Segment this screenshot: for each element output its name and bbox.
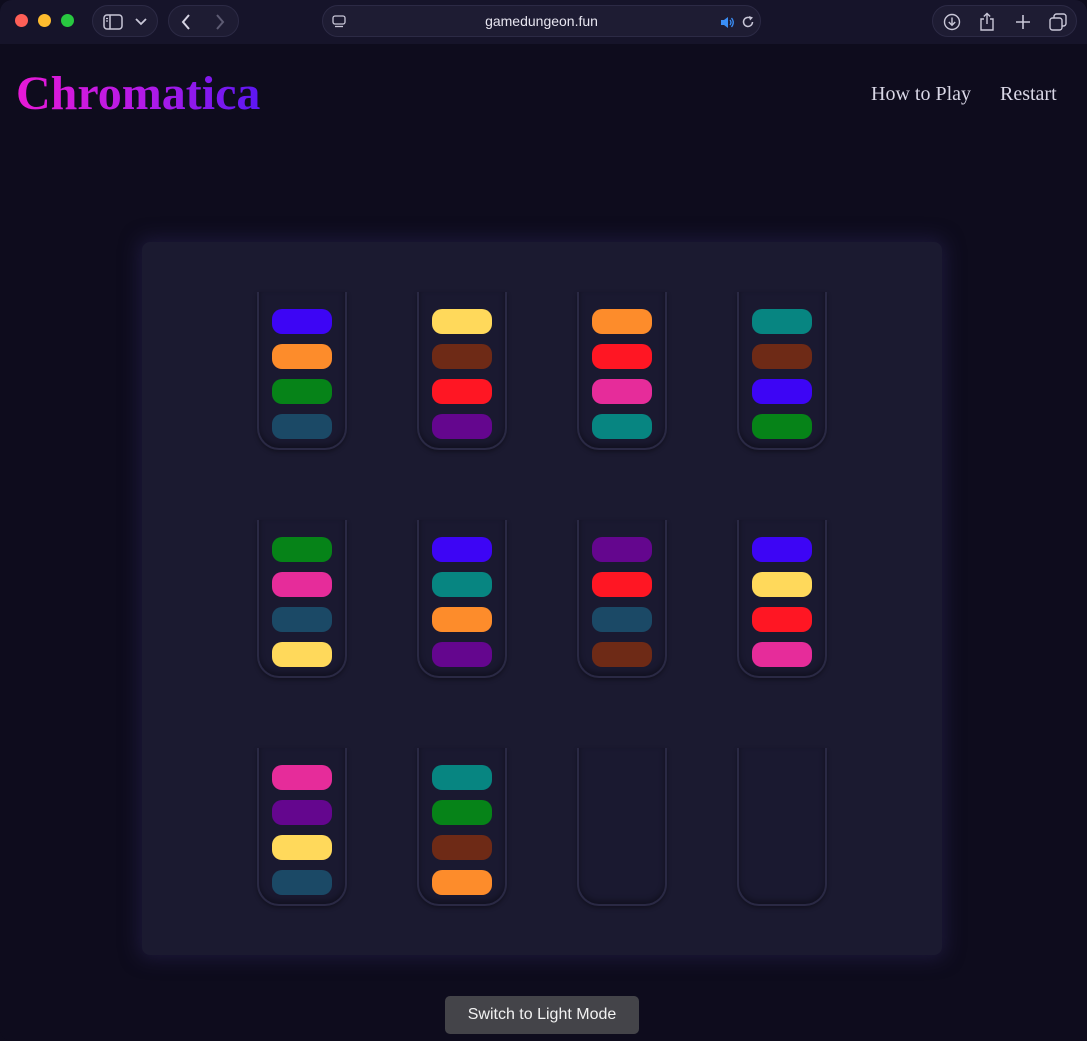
tube-12[interactable] xyxy=(737,748,827,906)
ball-red xyxy=(592,344,652,369)
ball-navy xyxy=(592,607,652,632)
tube-1[interactable] xyxy=(257,292,347,450)
tube-9[interactable] xyxy=(257,748,347,906)
toolbar-actions xyxy=(932,5,1077,37)
restart-link[interactable]: Restart xyxy=(1000,82,1057,106)
sidebar-icon[interactable] xyxy=(102,13,124,31)
reload-icon[interactable] xyxy=(740,14,756,30)
ball-brown xyxy=(592,642,652,667)
tube-11[interactable] xyxy=(577,748,667,906)
how-to-play-link[interactable]: How to Play xyxy=(871,82,971,106)
close-window-button[interactable] xyxy=(15,14,28,27)
tube-4[interactable] xyxy=(737,292,827,450)
ball-blue xyxy=(752,537,812,562)
ball-green xyxy=(752,414,812,439)
ball-brown xyxy=(432,344,492,369)
tube-7[interactable] xyxy=(577,520,667,678)
ball-blue xyxy=(432,537,492,562)
game-board xyxy=(142,242,942,955)
speaker-icon[interactable] xyxy=(719,14,735,30)
sidebar-toggle-group xyxy=(92,5,158,37)
tube-5[interactable] xyxy=(257,520,347,678)
tube-10[interactable] xyxy=(417,748,507,906)
share-icon[interactable] xyxy=(977,11,997,33)
ball-blue xyxy=(752,379,812,404)
ball-teal xyxy=(432,765,492,790)
forward-icon[interactable] xyxy=(211,13,229,31)
ball-pink xyxy=(752,642,812,667)
ball-orange xyxy=(432,607,492,632)
page-settings-icon[interactable] xyxy=(331,14,347,30)
ball-brown xyxy=(432,835,492,860)
chevron-down-icon[interactable] xyxy=(133,14,149,30)
ball-orange xyxy=(432,870,492,895)
ball-yellow xyxy=(272,835,332,860)
ball-teal xyxy=(592,414,652,439)
tab-overview-icon[interactable] xyxy=(1048,12,1068,32)
minimize-window-button[interactable] xyxy=(38,14,51,27)
ball-brown xyxy=(752,344,812,369)
ball-green xyxy=(272,537,332,562)
ball-teal xyxy=(752,309,812,334)
history-nav-group xyxy=(168,5,239,37)
ball-orange xyxy=(272,344,332,369)
site-logo[interactable]: Chromatica xyxy=(16,66,260,122)
switch-theme-button[interactable]: Switch to Light Mode xyxy=(445,996,639,1034)
ball-yellow xyxy=(272,642,332,667)
tube-8[interactable] xyxy=(737,520,827,678)
ball-navy xyxy=(272,414,332,439)
ball-green xyxy=(272,379,332,404)
ball-purple xyxy=(592,537,652,562)
browser-window: gamedungeon.fun Chromatica How to Play R… xyxy=(0,0,1087,1041)
zoom-window-button[interactable] xyxy=(61,14,74,27)
back-icon[interactable] xyxy=(177,13,195,31)
ball-red xyxy=(592,572,652,597)
address-bar[interactable]: gamedungeon.fun xyxy=(322,5,761,37)
ball-red xyxy=(432,379,492,404)
url-text: gamedungeon.fun xyxy=(485,13,598,29)
ball-red xyxy=(752,607,812,632)
ball-orange xyxy=(592,309,652,334)
new-tab-icon[interactable] xyxy=(1013,12,1033,32)
tube-6[interactable] xyxy=(417,520,507,678)
ball-pink xyxy=(592,379,652,404)
browser-toolbar: gamedungeon.fun xyxy=(0,0,1087,44)
downloads-icon[interactable] xyxy=(942,12,962,32)
ball-yellow xyxy=(752,572,812,597)
tube-3[interactable] xyxy=(577,292,667,450)
ball-purple xyxy=(432,414,492,439)
ball-purple xyxy=(432,642,492,667)
ball-yellow xyxy=(432,309,492,334)
ball-navy xyxy=(272,870,332,895)
ball-purple xyxy=(272,800,332,825)
ball-navy xyxy=(272,607,332,632)
ball-pink xyxy=(272,765,332,790)
ball-green xyxy=(432,800,492,825)
ball-teal xyxy=(432,572,492,597)
ball-blue xyxy=(272,309,332,334)
tube-2[interactable] xyxy=(417,292,507,450)
ball-pink xyxy=(272,572,332,597)
